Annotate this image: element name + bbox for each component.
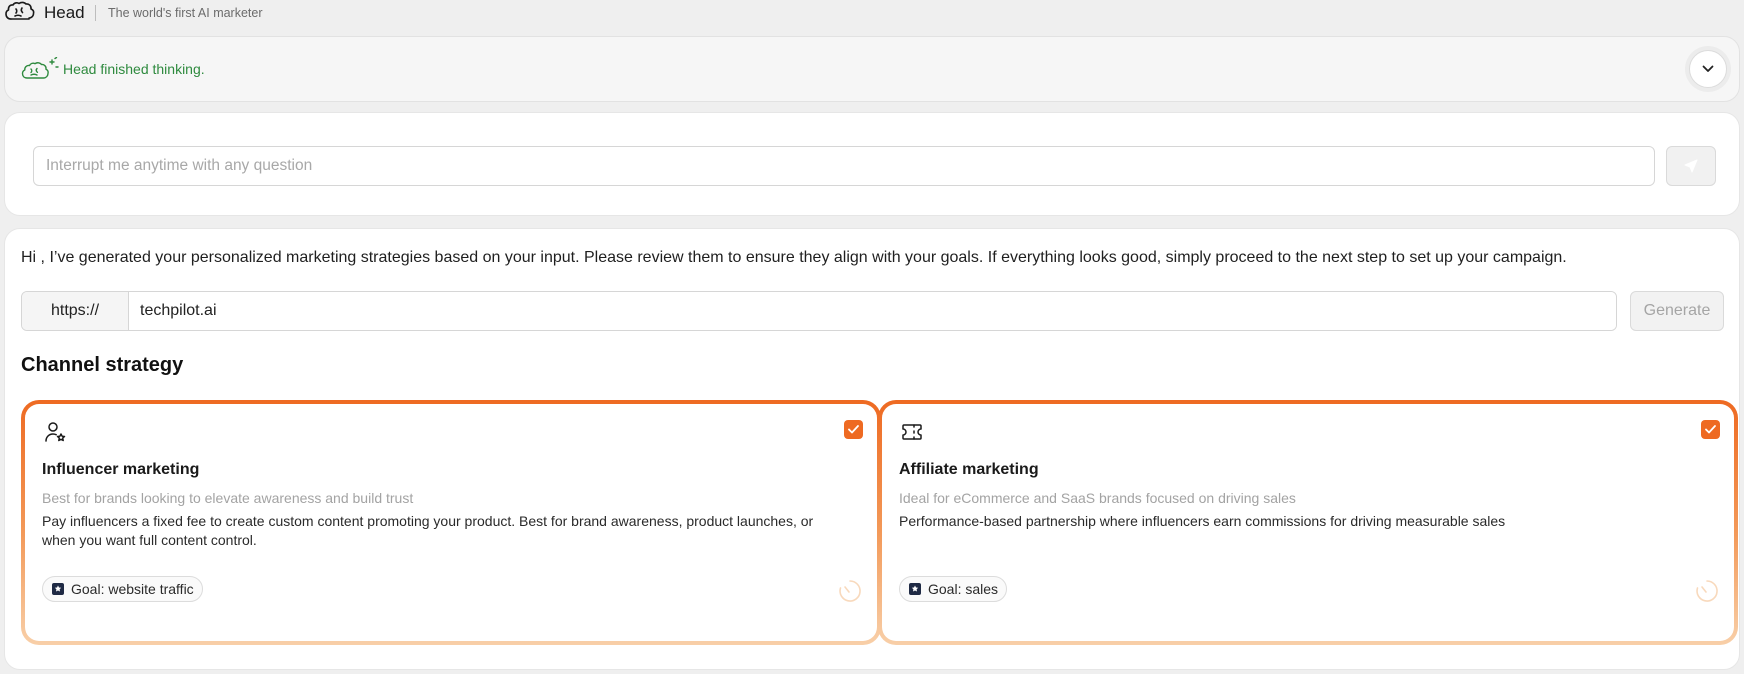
goal-text: Goal: sales xyxy=(928,581,999,597)
app-name: Head xyxy=(44,3,85,22)
app-tagline: The world's first AI marketer xyxy=(108,6,263,20)
goal-text: Goal: website traffic xyxy=(71,581,194,597)
strategy-description: Performance-based partnership where infl… xyxy=(899,513,1506,529)
ticket-icon xyxy=(902,424,922,440)
section-title: Channel strategy xyxy=(21,354,184,376)
goal-badge-icon xyxy=(52,583,64,595)
strategy-title: Influencer marketing xyxy=(42,461,200,478)
strategy-title: Affiliate marketing xyxy=(899,461,1039,478)
send-icon xyxy=(1684,159,1698,173)
loading-spinner-icon xyxy=(1696,580,1718,602)
goal-badge-icon xyxy=(909,583,921,595)
select-checkbox[interactable] xyxy=(1701,420,1720,439)
intro-message: Hi , I’ve generated your personalized ma… xyxy=(21,249,1567,266)
loading-spinner-icon xyxy=(839,580,861,602)
generate-button[interactable]: Generate xyxy=(1630,291,1724,331)
strategy-subtitle: Ideal for eCommerce and SaaS brands focu… xyxy=(899,490,1296,506)
url-input-group: https:// xyxy=(21,291,1617,331)
strategy-subtitle: Best for brands looking to elevate aware… xyxy=(42,490,414,506)
strategy-description: Pay influencers a fixed fee to create cu… xyxy=(42,513,814,548)
top-bar: Head The world's first AI marketer xyxy=(0,0,1744,26)
expand-status-button[interactable] xyxy=(1689,50,1727,88)
send-button[interactable] xyxy=(1666,146,1716,186)
goal-badge: Goal: website traffic xyxy=(42,576,203,602)
thinking-status-panel: Head finished thinking. xyxy=(4,36,1740,102)
user-star-icon xyxy=(45,422,66,442)
strategy-panel: Hi , I’ve generated your personalized ma… xyxy=(4,228,1740,670)
website-url-input[interactable] xyxy=(129,292,1616,330)
chevron-down-icon xyxy=(1702,65,1714,72)
url-prefix: https:// xyxy=(22,292,129,330)
status-text: Head finished thinking. xyxy=(63,61,205,77)
question-input[interactable] xyxy=(33,146,1655,186)
check-icon xyxy=(1705,425,1716,434)
title-divider xyxy=(95,5,96,21)
brain-logo-icon[interactable] xyxy=(4,1,36,25)
strategy-card-affiliate[interactable]: Affiliate marketing Ideal for eCommerce … xyxy=(878,400,1738,645)
brain-sparkle-icon xyxy=(21,57,59,79)
select-checkbox[interactable] xyxy=(844,420,863,439)
strategy-card-influencer[interactable]: Influencer marketing Best for brands loo… xyxy=(21,400,881,645)
chat-input-panel xyxy=(4,112,1740,216)
goal-badge: Goal: sales xyxy=(899,576,1008,602)
check-icon xyxy=(848,425,859,434)
